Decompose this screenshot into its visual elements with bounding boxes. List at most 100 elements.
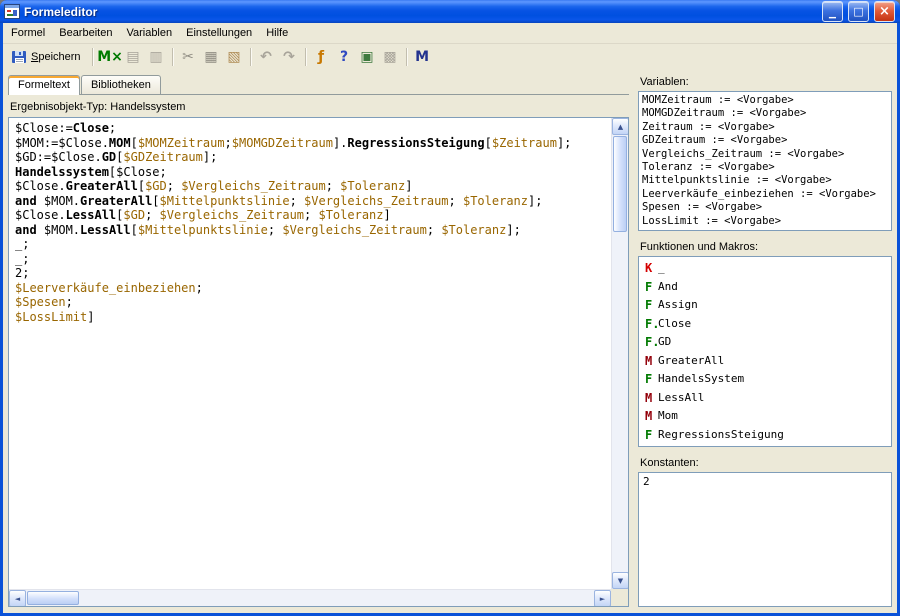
tab-formeltext[interactable]: Formeltext bbox=[8, 75, 80, 95]
constants-list[interactable]: 2 bbox=[638, 472, 892, 607]
variable-item[interactable]: Leerverkäufe_einbeziehen := <Vorgabe> bbox=[642, 188, 888, 201]
function-item[interactable]: FHandelsSystem bbox=[641, 370, 889, 389]
function-label: HandelsSystem bbox=[658, 370, 744, 389]
vertical-scroll-thumb[interactable] bbox=[613, 136, 627, 232]
function-item[interactable]: MLessAll bbox=[641, 389, 889, 408]
maximize-button[interactable]: □ bbox=[848, 1, 869, 22]
functions-label: Funktionen und Makros: bbox=[638, 238, 892, 256]
arrow-up-icon: ▲ bbox=[618, 123, 623, 131]
close-button[interactable]: × bbox=[874, 1, 895, 22]
variables-label: Variablen: bbox=[638, 73, 892, 91]
app-icon bbox=[4, 4, 20, 20]
check-syntax-icon: ƒ bbox=[318, 50, 324, 64]
toolbar-separator bbox=[92, 48, 93, 66]
function-type-icon: K bbox=[641, 259, 658, 278]
formula-editor: $Close:=Close;$MOM:=$Close.MOM[$MOMZeitr… bbox=[8, 117, 629, 607]
function-label: Assign bbox=[658, 296, 698, 315]
vertical-scrollbar[interactable]: ▲ ▼ bbox=[611, 118, 628, 589]
scroll-up-button[interactable]: ▲ bbox=[612, 118, 629, 135]
cut-button: ✂ bbox=[177, 46, 200, 68]
help-button[interactable]: ? bbox=[333, 46, 356, 68]
window-title: Formeleditor bbox=[24, 5, 817, 19]
save-icon bbox=[11, 49, 27, 65]
code-line: Handelssystem[$Close; bbox=[15, 165, 609, 180]
menu-einstellungen[interactable]: Einstellungen bbox=[179, 23, 259, 43]
side-panel: Variablen: MOMZeitraum := <Vorgabe>MOMGD… bbox=[638, 73, 892, 607]
check-syntax-button[interactable]: ƒ bbox=[310, 46, 333, 68]
code-line: _; bbox=[15, 252, 609, 267]
toolbar: Speichern M×▤▥✂▦▧↶↷ƒ?▣▩M bbox=[3, 43, 897, 71]
variable-item[interactable]: MOMZeitraum := <Vorgabe> bbox=[642, 94, 888, 107]
content: Formeltext Bibliotheken Ergebnisobjekt-T… bbox=[3, 71, 897, 613]
save-button[interactable]: Speichern bbox=[7, 47, 88, 67]
formula-pane: Formeltext Bibliotheken Ergebnisobjekt-T… bbox=[8, 73, 629, 607]
variable-item[interactable]: MOMGDZeitraum := <Vorgabe> bbox=[642, 107, 888, 120]
scroll-right-button[interactable]: ► bbox=[594, 590, 611, 607]
function-item[interactable]: F.Close bbox=[641, 315, 889, 334]
copy-icon: ▦ bbox=[204, 50, 217, 64]
preview-button[interactable]: ▣ bbox=[356, 46, 379, 68]
function-type-icon: M bbox=[641, 407, 658, 426]
menu-formel[interactable]: Formel bbox=[4, 23, 52, 43]
menu-bearbeiten[interactable]: Bearbeiten bbox=[52, 23, 119, 43]
code-line: $Leerverkäufe_einbeziehen; bbox=[15, 281, 609, 296]
constants-label: Konstanten: bbox=[638, 454, 892, 472]
variables-list[interactable]: MOMZeitraum := <Vorgabe>MOMGDZeitraum :=… bbox=[638, 91, 892, 231]
tab-bibliotheken[interactable]: Bibliotheken bbox=[81, 75, 161, 94]
maximize-icon: □ bbox=[853, 6, 863, 17]
variable-item[interactable]: Spesen := <Vorgabe> bbox=[642, 201, 888, 214]
save-label: Speichern bbox=[31, 51, 81, 63]
code-line: and $MOM.LessAll[$Mittelpunktslinie; $Ve… bbox=[15, 223, 609, 238]
copy-formula-icon: ▤ bbox=[126, 50, 139, 64]
variable-item[interactable]: Zeitraum := <Vorgabe> bbox=[642, 121, 888, 134]
horizontal-scroll-thumb[interactable] bbox=[27, 591, 79, 605]
result-type-label: Ergebnisobjekt-Typ: Handelssystem bbox=[8, 95, 629, 117]
variable-item[interactable]: LossLimit := <Vorgabe> bbox=[642, 215, 888, 228]
function-item[interactable]: FAssign bbox=[641, 296, 889, 315]
makro-manager-icon: M bbox=[415, 50, 429, 64]
code-line: $Close.LessAll[$GD; $Vergleichs_Zeitraum… bbox=[15, 208, 609, 223]
variable-item[interactable]: Vergleichs_Zeitraum := <Vorgabe> bbox=[642, 148, 888, 161]
functions-list[interactable]: K_FAndFAssignF.CloseF.GDMGreaterAllFHand… bbox=[638, 256, 892, 447]
function-type-icon: F. bbox=[641, 315, 658, 334]
function-item[interactable]: F.GD bbox=[641, 333, 889, 352]
print-button: ▩ bbox=[379, 46, 402, 68]
redo-icon: ↷ bbox=[283, 50, 295, 64]
horizontal-scrollbar[interactable]: ◄ ► bbox=[9, 589, 611, 606]
close-icon: × bbox=[879, 5, 890, 18]
menu-variablen[interactable]: Variablen bbox=[119, 23, 179, 43]
code-line: $MOM:=$Close.MOM[$MOMZeitraum;$MOMGDZeit… bbox=[15, 136, 609, 151]
variable-item[interactable]: GDZeitraum := <Vorgabe> bbox=[642, 134, 888, 147]
code-line: $Spesen; bbox=[15, 295, 609, 310]
insert-variable-button[interactable]: M× bbox=[99, 46, 122, 68]
title-bar[interactable]: Formeleditor ▁ □ × bbox=[0, 0, 900, 23]
function-item[interactable]: K_ bbox=[641, 259, 889, 278]
function-label: Mom bbox=[658, 407, 678, 426]
scroll-down-button[interactable]: ▼ bbox=[612, 572, 629, 589]
function-item[interactable]: MGreaterAll bbox=[641, 352, 889, 371]
code-line: $Close.GreaterAll[$GD; $Vergleichs_Zeitr… bbox=[15, 179, 609, 194]
variable-item[interactable]: Toleranz := <Vorgabe> bbox=[642, 161, 888, 174]
makro-manager-button[interactable]: M bbox=[411, 46, 434, 68]
function-item[interactable]: FRegressionsSteigung bbox=[641, 426, 889, 445]
constant-item[interactable]: 2 bbox=[643, 475, 887, 489]
code-area[interactable]: $Close:=Close;$MOM:=$Close.MOM[$MOMZeitr… bbox=[9, 118, 611, 589]
function-type-icon: F bbox=[641, 296, 658, 315]
copy-formula-button: ▤ bbox=[122, 46, 145, 68]
function-item[interactable]: MMom bbox=[641, 407, 889, 426]
paste-icon: ▧ bbox=[227, 50, 240, 64]
minimize-icon: ▁ bbox=[829, 10, 836, 19]
menu-hilfe[interactable]: Hilfe bbox=[259, 23, 295, 43]
variable-item[interactable]: Mittelpunktslinie := <Vorgabe> bbox=[642, 174, 888, 187]
minimize-button[interactable]: ▁ bbox=[822, 1, 843, 22]
cut-icon: ✂ bbox=[182, 50, 194, 64]
undo-button: ↶ bbox=[255, 46, 278, 68]
toolbar-separator bbox=[172, 48, 173, 66]
function-label: GreaterAll bbox=[658, 352, 724, 371]
help-icon: ? bbox=[340, 50, 348, 64]
scroll-left-button[interactable]: ◄ bbox=[9, 590, 26, 607]
function-item[interactable]: FAnd bbox=[641, 278, 889, 297]
paste-button[interactable]: ▧ bbox=[223, 46, 246, 68]
function-label: Close bbox=[658, 315, 691, 334]
app-window: Formeleditor ▁ □ × Formel Bearbeiten Var… bbox=[0, 0, 900, 616]
